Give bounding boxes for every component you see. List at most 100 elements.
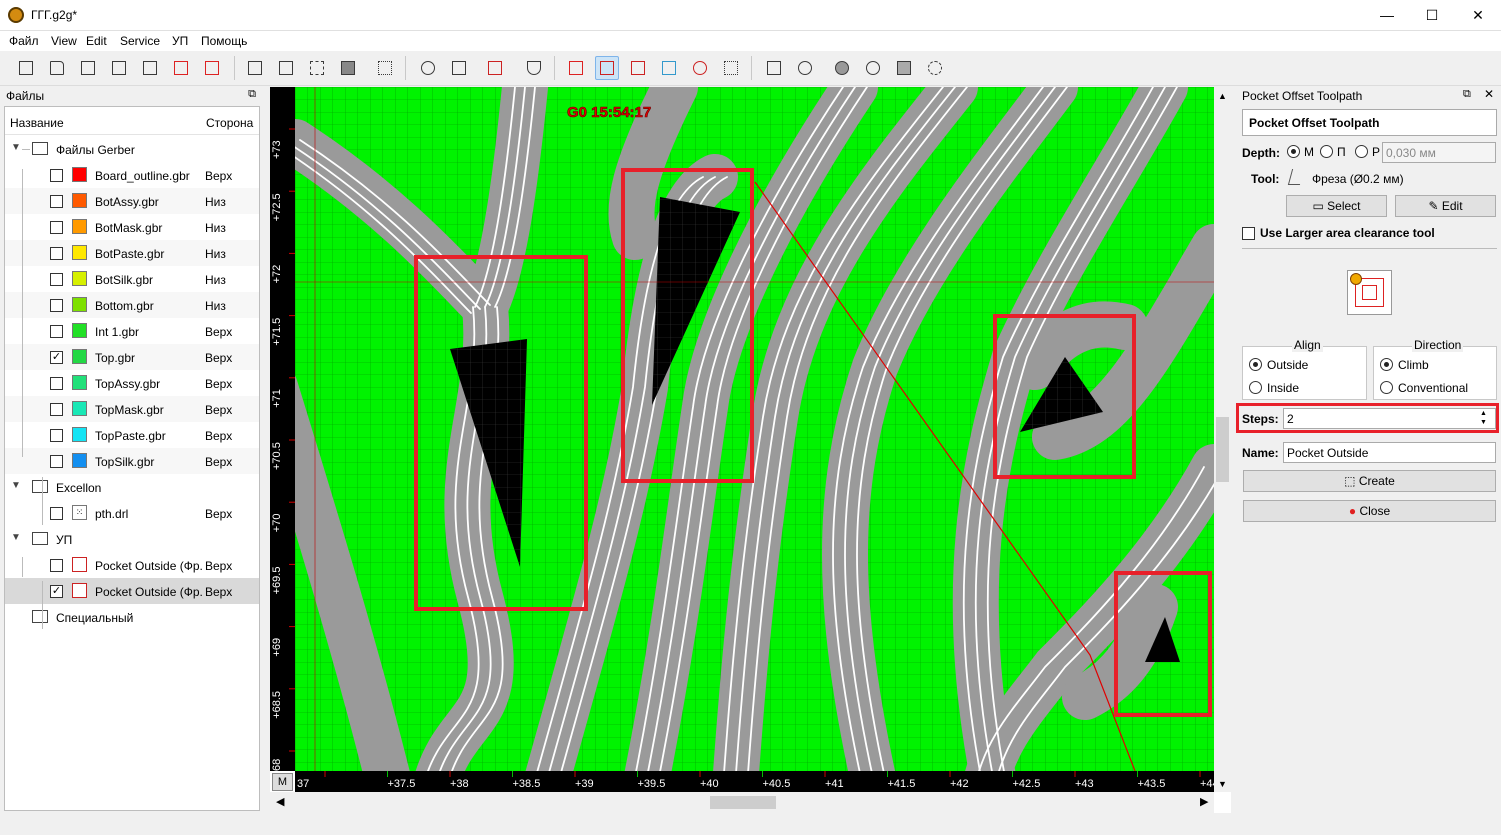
- close-panel-icon[interactable]: ✕: [1484, 87, 1494, 101]
- menu-file[interactable]: Файл: [9, 34, 39, 48]
- file-row[interactable]: TopPaste.gbr Верх: [5, 422, 259, 448]
- file-checkbox[interactable]: [50, 507, 63, 520]
- drilling-icon[interactable]: [719, 56, 743, 80]
- file-checkbox[interactable]: [50, 273, 63, 286]
- scroll-right-icon[interactable]: ▶: [1200, 795, 1208, 808]
- drill-points-icon[interactable]: [483, 56, 507, 80]
- group-gerber[interactable]: ▼ Файлы Gerber: [5, 136, 259, 162]
- file-checkbox[interactable]: [50, 169, 63, 182]
- xor-icon[interactable]: [923, 56, 947, 80]
- pcb-view[interactable]: G0 15:54:17: [295, 87, 1214, 771]
- horizontal-scroll-thumb[interactable]: [710, 796, 776, 809]
- run-icon[interactable]: [416, 56, 440, 80]
- file-checkbox[interactable]: [50, 377, 63, 390]
- group-excellon[interactable]: ▼ Excellon: [5, 474, 259, 500]
- voronoi-icon[interactable]: [657, 56, 681, 80]
- scroll-left-icon[interactable]: ◀: [276, 795, 284, 808]
- depth-input[interactable]: 0,030 мм: [1382, 142, 1496, 163]
- group-toolpaths[interactable]: ▼ УП: [5, 526, 259, 552]
- depth-r-radio[interactable]: [1355, 145, 1368, 158]
- scroll-up-icon[interactable]: ▲: [1218, 91, 1227, 101]
- file-checkbox[interactable]: [50, 299, 63, 312]
- profile-toolpath-icon[interactable]: [564, 56, 588, 80]
- zoom-area-icon[interactable]: [336, 56, 360, 80]
- zoom-board-icon[interactable]: [274, 56, 298, 80]
- select-tool-button[interactable]: ▭ Select: [1286, 195, 1387, 217]
- group-special[interactable]: Специальный: [5, 604, 259, 630]
- file-row[interactable]: BotPaste.gbr Низ: [5, 240, 259, 266]
- subtract-icon[interactable]: [861, 56, 885, 80]
- depth-m-radio[interactable]: [1287, 145, 1300, 158]
- intersect-icon[interactable]: [892, 56, 916, 80]
- name-input[interactable]: Pocket Outside: [1283, 442, 1496, 463]
- file-row[interactable]: Bottom.gbr Низ: [5, 292, 259, 318]
- toolpath-row[interactable]: Pocket Outside (Фр... Верх: [5, 552, 259, 578]
- thermal-icon[interactable]: [688, 56, 712, 80]
- open-folder-icon[interactable]: [45, 56, 69, 80]
- m-button[interactable]: M: [272, 773, 293, 791]
- file-row[interactable]: TopMask.gbr Верх: [5, 396, 259, 422]
- column-name[interactable]: Название: [10, 116, 64, 130]
- create-button[interactable]: ⬚ Create: [1243, 470, 1496, 492]
- file-row[interactable]: TopAssy.gbr Верх: [5, 370, 259, 396]
- file-row[interactable]: Board_outline.gbr Верх: [5, 162, 259, 188]
- pocket-offset-icon[interactable]: [595, 56, 619, 80]
- climb-radio[interactable]: [1380, 358, 1393, 371]
- files-tree[interactable]: Название Сторона ▼ Файлы Gerber Board_outl…: [4, 106, 260, 811]
- align-outside-radio[interactable]: [1249, 358, 1262, 371]
- file-checkbox[interactable]: [50, 221, 63, 234]
- toolpath-checkbox[interactable]: [50, 559, 63, 572]
- toolpath-row[interactable]: ✓ Pocket Outside (Фр... Верх: [5, 578, 259, 604]
- zoom-selection-icon[interactable]: [305, 56, 329, 80]
- menu-help[interactable]: Помощь: [201, 34, 247, 48]
- menu-view[interactable]: View: [51, 34, 77, 48]
- edit-tool-button[interactable]: ✎ Edit: [1395, 195, 1496, 217]
- rectangle-icon[interactable]: [762, 56, 786, 80]
- save-all-icon[interactable]: [138, 56, 162, 80]
- file-checkbox[interactable]: ✓: [50, 351, 63, 364]
- float-panel-icon[interactable]: ⧉: [1463, 88, 1471, 101]
- float-panel-icon[interactable]: ⧉: [248, 88, 256, 101]
- expand-arrow-icon[interactable]: ▼: [11, 480, 21, 491]
- close-button[interactable]: ● Close: [1243, 500, 1496, 522]
- horizontal-scrollbar[interactable]: ◀ ▶: [270, 792, 1214, 813]
- file-row[interactable]: BotAssy.gbr Низ: [5, 188, 259, 214]
- column-side[interactable]: Сторона: [206, 116, 253, 130]
- file-checkbox[interactable]: [50, 247, 63, 260]
- close-window-button[interactable]: ✕: [1455, 0, 1501, 31]
- file-row[interactable]: Int 1.gbr Верх: [5, 318, 259, 344]
- magnet-icon[interactable]: [522, 56, 546, 80]
- file-checkbox[interactable]: [50, 455, 63, 468]
- file-checkbox[interactable]: [50, 403, 63, 416]
- circle-icon[interactable]: [793, 56, 817, 80]
- steps-input[interactable]: 2: [1283, 408, 1496, 429]
- depth-p-radio[interactable]: [1320, 145, 1333, 158]
- maximize-button[interactable]: ☐: [1409, 0, 1455, 31]
- file-row[interactable]: BotMask.gbr Низ: [5, 214, 259, 240]
- file-row[interactable]: ✓ Top.gbr Верх: [5, 344, 259, 370]
- file-row[interactable]: ⁙ pth.drl Верх: [5, 500, 259, 526]
- grid-icon[interactable]: [373, 56, 397, 80]
- steps-spinner-icon[interactable]: ▲ ▼: [1480, 409, 1487, 427]
- menu-service[interactable]: Service: [120, 34, 160, 48]
- union-icon[interactable]: [830, 56, 854, 80]
- vertical-scroll-thumb[interactable]: [1216, 417, 1229, 482]
- expand-arrow-icon[interactable]: ▼: [11, 532, 21, 543]
- gcode-list-icon[interactable]: [447, 56, 471, 80]
- new-file-icon[interactable]: [14, 56, 38, 80]
- toolpath-checkbox[interactable]: ✓: [50, 585, 63, 598]
- larger-tool-checkbox[interactable]: [1242, 227, 1255, 240]
- file-row[interactable]: BotSilk.gbr Низ: [5, 266, 259, 292]
- save-as-icon[interactable]: [107, 56, 131, 80]
- save-icon[interactable]: [76, 56, 100, 80]
- align-inside-radio[interactable]: [1249, 381, 1262, 394]
- export-pdf-icon[interactable]: [169, 56, 193, 80]
- menu-up[interactable]: УП: [172, 34, 188, 48]
- minimize-button[interactable]: —: [1364, 0, 1410, 31]
- file-checkbox[interactable]: [50, 195, 63, 208]
- pocket-raster-icon[interactable]: [626, 56, 650, 80]
- vertical-scrollbar[interactable]: ▲ ▼: [1214, 87, 1231, 792]
- expand-arrow-icon[interactable]: ▼: [11, 142, 21, 153]
- scroll-down-icon[interactable]: ▼: [1218, 779, 1227, 789]
- file-checkbox[interactable]: [50, 429, 63, 442]
